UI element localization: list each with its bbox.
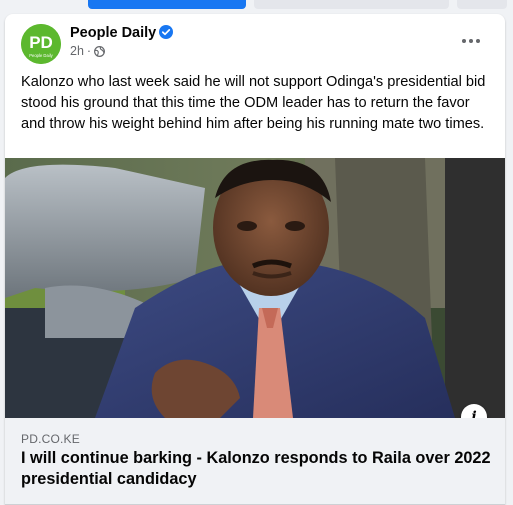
link-preview[interactable]: PD.CO.KE I will continue barking - Kalon… [5,418,505,505]
top-tertiary-button[interactable] [457,0,507,9]
post-image[interactable]: i [5,158,505,418]
people-daily-logo: PD People Daily [21,24,61,64]
top-secondary-button[interactable] [254,0,449,9]
post-header: PD People Daily People Daily 2h · [5,14,505,70]
kalonzo-photo [5,158,505,418]
link-headline[interactable]: I will continue barking - Kalonzo respon… [21,448,491,490]
avatar[interactable]: PD People Daily [21,24,61,64]
post-card: PD People Daily People Daily 2h · Kalonz… [5,14,505,505]
verified-badge-icon [159,25,173,39]
more-options-button[interactable] [455,30,487,52]
top-toolbar [0,0,513,14]
avatar-logo-subtext: People Daily [29,53,53,58]
post-meta: 2h · [70,44,106,58]
more-dot-icon [476,39,480,43]
link-domain: PD.CO.KE [21,432,80,446]
post-body-text: Kalonzo who last week said he will not s… [21,74,486,132]
meta-separator: · [86,44,92,58]
top-primary-button[interactable] [88,0,246,9]
more-dot-icon [462,39,466,43]
avatar-logo-text: PD [29,33,53,52]
page-name-link[interactable]: People Daily [70,25,156,41]
more-dot-icon [469,39,473,43]
globe-icon[interactable] [94,45,106,57]
post-timestamp[interactable]: 2h [70,44,84,58]
